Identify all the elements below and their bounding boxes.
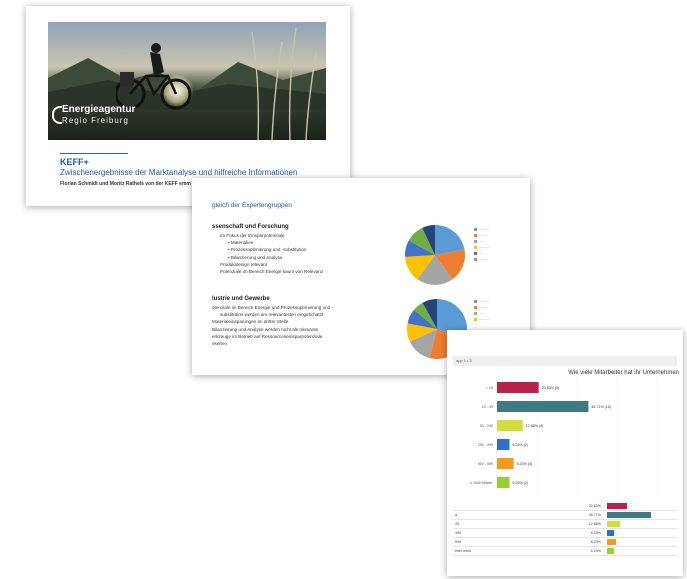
slide-title[interactable]: Energieagentur Regio Freiburg KEFF+ Zwis… (26, 6, 350, 206)
table-row: elter mehr 6.25% (453, 547, 677, 556)
bullet-text: • Materialien (228, 240, 254, 246)
bullet-text: substitution werden am relevantesten ein… (220, 312, 324, 318)
bullet-text: Produktdesign relevant (220, 261, 267, 267)
energy-agency-logo-icon (52, 106, 62, 124)
bar (497, 382, 539, 393)
title-divider (60, 153, 128, 154)
bullet-text: otenziale im Bereich Energie und Prozess… (212, 305, 334, 310)
category-label: 250 - 499 (478, 443, 493, 447)
category-label: 10 - 49 (482, 405, 493, 409)
category-label: 500 - 999 (478, 462, 493, 466)
slide-title-text: KEFF+ (60, 157, 89, 167)
bullet-text: Im Fokus der Einsparpotenziale (220, 233, 285, 238)
cyclist-icon (116, 43, 192, 110)
employee-bar-chart: < 10 20.83% (5) 10 - 49 45.71% (16) 50 - 249… (470, 378, 658, 496)
slide-employee-survey[interactable]: app 1 / 3 Wie viele Mitarbeiter hat ihr … (447, 330, 683, 576)
slide-authors: Florian Schmidt und Moritz Rathels von d… (60, 181, 191, 187)
logo-region: Regio Freiburg (62, 116, 129, 125)
bar (497, 439, 510, 450)
bullet-text: Potenziale im Bereich Energie kaum von R… (220, 269, 324, 275)
group-research: ssenschaft und Forschung Im Fokus der Ei… (212, 224, 382, 275)
category-label: 50 - 249 (480, 424, 493, 428)
bar (497, 401, 589, 412)
bar-value-label: 6.25% (2) (513, 443, 529, 447)
result-table: 20.83% a 45.71% 49 12.88% 499 6.25% 999 8.33… (453, 502, 677, 556)
pie-chart-research (405, 225, 465, 285)
group-heading: lustrie und Gewerbe (212, 296, 270, 302)
logo-name: Energieagentur (62, 104, 136, 115)
category-label: < 10 (486, 386, 493, 390)
table-row: a 45.71% (453, 511, 677, 520)
table-row: 49 12.88% (453, 520, 677, 529)
slide-subtitle: Zwischenergebnisse der Marktanalyse und … (60, 168, 298, 177)
table-row: 999 8.33% (453, 538, 677, 547)
bar-value-label: 45.71% (16) (591, 405, 611, 409)
bullet-text: Bilanzierung und Analyse werden nicht al… (212, 326, 319, 332)
slide-heading: gleich der Expertengruppen (212, 202, 292, 209)
group-heading: ssenschaft und Forschung (212, 224, 289, 230)
bar (497, 458, 514, 469)
bullet-text: • Prozessoptimierung und -substitution (228, 247, 307, 253)
bullet-text: • Bilanzierung und Analyse (228, 254, 283, 260)
group-industry: lustrie und Gewerbe otenziale im Bereich… (212, 296, 382, 347)
table-row: 20.83% (453, 502, 677, 511)
bar-value-label: 8.33% (3) (517, 462, 533, 466)
category-label: ≥ 1000 Mitarb. (470, 481, 493, 485)
bullet-text: erkzeuge im Betrieb auf Ressourceneinspa… (212, 333, 323, 339)
bar-value-label: 12.88% (4) (526, 424, 544, 428)
bullet-text: Materialeinsparungen an dritter Stelle (212, 319, 289, 325)
pie-legend-research: ───── ──── ─── ───── ── ──── (474, 226, 490, 262)
grass-stalks (251, 27, 317, 140)
bullet-text: esehen (212, 341, 228, 347)
bar-value-label: 6.25% (2) (513, 481, 529, 485)
table-row: 499 6.25% (453, 529, 677, 538)
bar-value-label: 20.83% (5) (542, 386, 560, 390)
hero-photo: Energieagentur Regio Freiburg (48, 22, 326, 140)
pie-legend-industry: ───── ──── ─── ───── (474, 298, 490, 322)
bar (497, 477, 510, 488)
bar (497, 420, 523, 431)
